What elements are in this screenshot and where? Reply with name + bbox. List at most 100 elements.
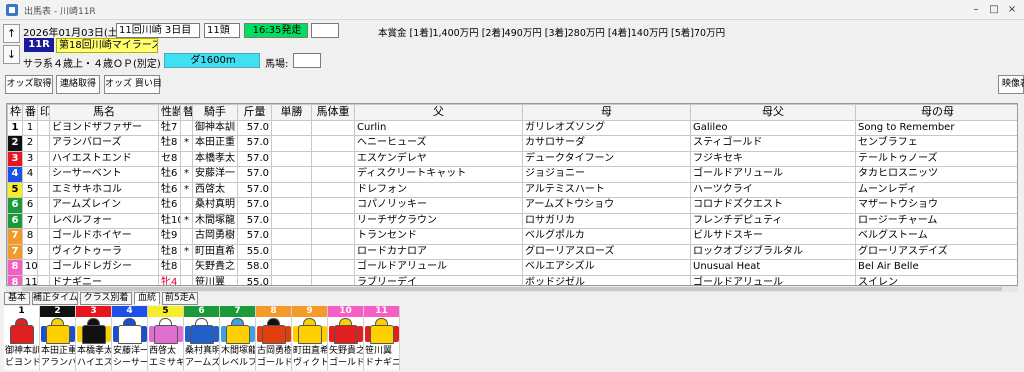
jockey-change-cell: * [180,135,193,152]
sire-cell: トランセンド [354,228,523,245]
jockey-change-cell [180,259,193,276]
odds-cell [271,228,312,245]
table-row[interactable]: 7 8 ゴールドホイヤー 牡9 古岡勇樹 57.0 トランセンド ベルグポルカ ビルサドスキーベ… [7,228,1017,245]
horse-name-cell: ビヨンドザファザー [49,119,159,136]
sire-cell: コパノリッキー [354,197,523,214]
next-race-button[interactable]: ↓ [3,45,20,64]
silk-column[interactable]: 5 西啓太エミサキホ [148,306,184,370]
silk-jockey: 矢野貴之 [329,346,363,356]
jockey-cell: 本田正重 [192,135,238,152]
post-time-field: 16:35発走 [244,23,308,38]
table-row[interactable]: 7 9 ヴィクトゥーラ 牡8 * 町田直希 55.0 ロードカナロア グローリアスローズ ロックオ… [7,243,1017,260]
silk-column[interactable]: 7 木間塚龍レベルフォ [220,306,256,370]
column-header[interactable]: 替 [180,104,193,121]
table-row[interactable]: 8 10 ゴールドレガシー 牡8 矢野貴之 58.0 ゴールドアリュール ベルエアシズル Unu… [7,259,1017,276]
sire-cell: ロードカナロア [354,243,523,260]
tab-1[interactable]: 補正タイム [32,292,78,305]
horse-name-cell: ヴィクトゥーラ [49,243,159,260]
dam-dam-cell: グローリアスデイズ [855,243,1017,260]
minimize-button[interactable]: – [968,3,984,16]
silk-number: 2 [40,306,75,317]
dam-sire-cell: ゴールドアリュール [690,274,856,285]
column-header[interactable]: 馬名 [49,104,159,121]
weight-cell: 57.0 [237,228,272,245]
silk-column[interactable]: 6 桑村真明 アームズ [184,306,220,370]
silk-column[interactable]: 11 笹川翼ドナギニー [364,306,400,370]
table-row[interactable]: 2 2 アランバローズ 牡8 * 本田正重 57.0 ヘニーヒューズ カサロサーダ スティゴールド… [7,135,1017,152]
silk-icon [112,317,147,345]
odds-cell [271,243,312,260]
body-weight-cell [311,212,355,229]
waku-cell: 1 [7,119,23,136]
mark-cell[interactable] [37,243,50,260]
odds-cell [271,150,312,167]
column-header[interactable]: 印 [37,104,50,121]
close-button[interactable]: × [1004,3,1020,16]
silk-column[interactable]: 10 矢野貴之ゴールドレ [328,306,364,370]
tab-2[interactable]: クラス別着 [80,292,132,305]
mark-cell[interactable] [37,166,50,183]
mark-cell[interactable] [37,274,50,285]
mark-cell[interactable] [37,150,50,167]
mark-cell[interactable] [37,197,50,214]
silk-column[interactable]: 9 町田直希ヴィクトゥ [292,306,328,370]
silk-jockey: 笹川翼 [365,346,393,356]
silk-cap [159,318,172,326]
tab-3[interactable]: 血統 [134,292,160,305]
silk-body [82,325,106,344]
tab-0[interactable]: 基本 [4,292,30,305]
tab-4[interactable]: 前5走A [162,292,198,305]
sire-cell: Curlin [354,119,523,136]
column-header[interactable]: 単勝 [271,104,312,121]
silk-column[interactable]: 3 本橋孝太ハイエスト [76,306,112,370]
column-header[interactable]: 馬体重 [311,104,355,121]
silk-column[interactable]: 1 御神本訓ビヨンドザ [4,306,40,370]
horse-name-cell: ハイエストエンド [49,150,159,167]
sex-age-cell: 牡10 [158,212,181,229]
silk-column[interactable]: 4 安藤洋一 シーサー [112,306,148,370]
silk-column[interactable]: 8 古岡勇樹ゴールドホ [256,306,292,370]
mark-cell[interactable] [37,212,50,229]
column-header[interactable]: 斤量 [237,104,272,121]
column-header[interactable]: 父 [354,104,523,121]
waku-cell: 5 [7,181,23,198]
mark-cell[interactable] [37,259,50,276]
column-header[interactable]: 性齢 [158,104,181,121]
silk-icon [328,317,363,345]
mark-cell[interactable] [37,135,50,152]
video-button[interactable]: 映像表 [998,75,1024,94]
column-header[interactable]: 母の母 [855,104,1017,121]
table-row[interactable]: 4 4 シーサーベント 牡6 * 安藤洋一 57.0 ディスクリートキャット ジョジョニー ゴール… [7,166,1017,183]
course-field: ダ1600m [164,53,260,68]
silk-column[interactable]: 2 本田正重アランバロ [40,306,76,370]
table-row[interactable]: 67 レベルフォー牡10*木間塚龍57.0 リーチザクラウンロサガリカフレンチデピュ… [7,212,1017,229]
table-row[interactable]: 5 5 エミサキホコル 牡6 * 西啓太 57.0 ドレフォン アルテミスハート ハーツクライ ムー… [7,181,1017,198]
number-cell: 9 [22,243,38,260]
table-row[interactable]: 1 1 ビヨンドザファザー 牡7 御神本訓 57.0 Curlin ガリレオズソング Galil… [7,119,1017,136]
silk-number: 8 [256,306,291,317]
weight-cell: 57.0 [237,212,272,229]
silk-body [190,325,214,344]
table-row[interactable]: 3 3 ハイエストエンド セ8 本橋孝太 57.0 エスケンデレヤ デュークタイフーン フジキセ… [7,150,1017,167]
mark-cell[interactable] [37,228,50,245]
odds-fetch-button[interactable]: オッズ取得 [5,75,53,94]
silk-cap [87,318,100,326]
jockey-cell: 矢野貴之 [192,259,238,276]
maximize-button[interactable]: □ [986,3,1002,16]
column-header[interactable]: 母 [522,104,691,121]
column-header[interactable]: 騎手 [192,104,238,121]
odds-cell [271,119,312,136]
table-row[interactable]: 8 11 ドナギニー 牝4 笹川翼 55.0 ラブリーデイ ボッドジゼル ゴールドアリュール スイ… [7,274,1017,285]
mark-cell[interactable] [37,119,50,136]
column-header[interactable]: 番 [22,104,38,121]
mark-cell[interactable] [37,181,50,198]
body-weight-cell [311,243,355,260]
table-row[interactable]: 6 6 アームズレイン 牡6 桑村真明 57.0 コパノリッキー アームズトウショウ コロナドズ… [7,197,1017,214]
scrollbar-thumb[interactable] [22,287,1002,291]
column-header[interactable]: 母父 [690,104,856,121]
column-header[interactable]: 枠 [7,104,23,121]
prev-race-button[interactable]: ↑ [3,24,20,43]
renraku-fetch-button[interactable]: 連絡取得 [56,75,100,94]
dam-sire-cell: フジキセキ [690,150,856,167]
odds-buy-button[interactable]: オッズ 買い目 [104,75,162,94]
